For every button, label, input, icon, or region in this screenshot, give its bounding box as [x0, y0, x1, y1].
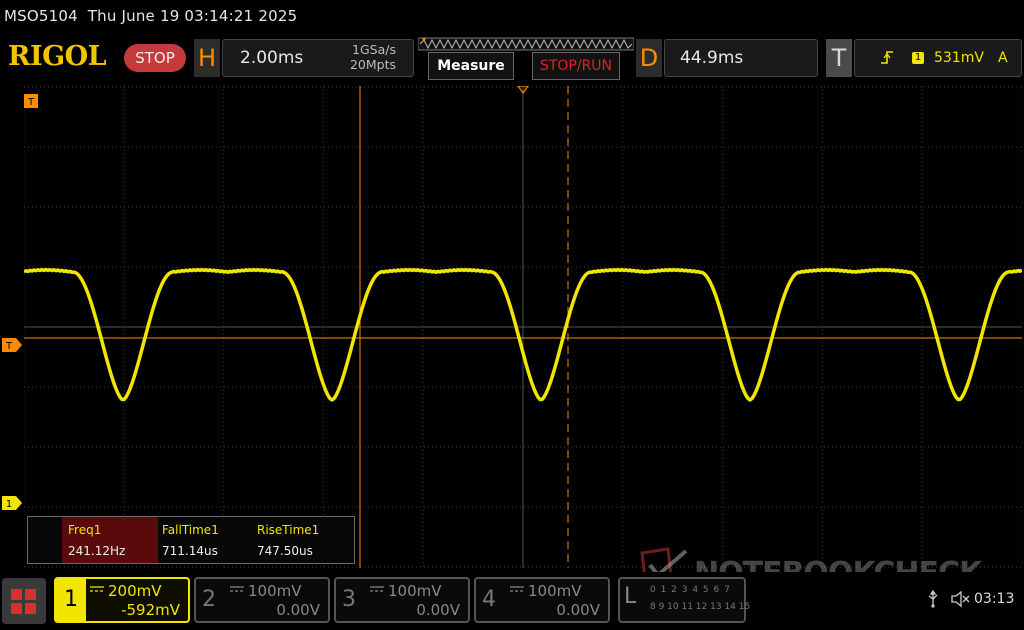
channel-offset: 0.00V: [416, 601, 460, 619]
rigol-logo: RIGOL: [8, 41, 107, 72]
measurement-value: 711.14us: [162, 544, 218, 558]
measurement-name: FallTime1: [162, 523, 219, 537]
channel-scale: 200mV: [108, 582, 162, 600]
channel-number: 1: [56, 579, 86, 621]
acquisition-info: 1GSa/s 20Mpts: [338, 42, 396, 72]
channel-scale: 100mV: [248, 582, 302, 600]
channel-2-panel[interactable]: 2 100mV 0.00V: [194, 577, 330, 623]
stop-run-button[interactable]: STOP/RUN: [532, 52, 620, 80]
measurement-name: RiseTime1: [257, 523, 320, 537]
measurement-risetime[interactable]: RiseTime1 747.50us: [251, 517, 347, 563]
usb-icon: [928, 590, 938, 608]
window-title: MSO5104 Thu June 19 03:14:21 2025: [4, 7, 298, 25]
channel-offset: 0.00V: [556, 601, 600, 619]
measurement-value: 241.12Hz: [68, 544, 126, 558]
channel-number: 3: [342, 587, 356, 612]
horizontal-label[interactable]: H: [194, 39, 220, 77]
trigger-mode: A: [998, 50, 1008, 66]
channel-4-panel[interactable]: 4 100mV 0.00V: [474, 577, 610, 623]
dc-coupling-icon: [230, 586, 244, 592]
trigger-source-badge: 1: [912, 52, 924, 64]
measurement-freq[interactable]: Freq1 241.12Hz: [62, 517, 158, 563]
memory-timeline[interactable]: [418, 37, 634, 51]
channel-number: 2: [202, 587, 216, 612]
trigger-flag-letter: T: [27, 97, 35, 108]
trigger-level-letter: T: [5, 341, 13, 352]
trigger-level-marker[interactable]: T: [2, 338, 22, 352]
rising-edge-icon: [881, 51, 893, 64]
logic-analyzer-label: L: [624, 584, 637, 609]
graticule: [24, 86, 1022, 568]
menu-grid-icon[interactable]: [2, 578, 46, 624]
measurement-name: Freq1: [68, 523, 102, 537]
dc-coupling-icon: [510, 586, 524, 592]
measurement-panel[interactable]: Freq1 241.12Hz FallTime1 711.14us RiseTi…: [27, 516, 355, 564]
channel-offset: -592mV: [121, 601, 180, 619]
channel1-ground-marker[interactable]: 1: [2, 496, 22, 510]
sample-rate: 1GSa/s: [352, 42, 396, 57]
trigger-position-flag: T: [24, 94, 38, 108]
trigger-level: 531mV: [934, 50, 984, 66]
logic-analyzer-panel[interactable]: [618, 577, 746, 623]
timebase-value: 2.00ms: [240, 48, 304, 68]
delay-label[interactable]: D: [636, 39, 662, 77]
channel-1-panel[interactable]: 1 200mV -592mV: [54, 577, 190, 623]
measurement-value: 747.50us: [257, 544, 313, 558]
delay-value: 44.9ms: [680, 48, 744, 68]
channel-3-panel[interactable]: 3 100mV 0.00V: [334, 577, 470, 623]
speaker-muted-icon[interactable]: [950, 590, 970, 608]
run-state-badge[interactable]: STOP: [124, 44, 186, 72]
channel-scale: 100mV: [528, 582, 582, 600]
channel1-ground-label: 1: [6, 499, 12, 510]
digital-channels-low: 0 1 2 3 4 5 6 7: [650, 585, 731, 595]
digital-channels-high: 8 9 10 11 12 13 14 15: [650, 602, 751, 612]
trigger-label[interactable]: T: [826, 39, 852, 77]
system-clock: 03:13: [974, 591, 1015, 607]
dc-coupling-icon: [90, 586, 104, 592]
measurement-falltime[interactable]: FallTime1 711.14us: [156, 517, 252, 563]
channel-scale: 100mV: [388, 582, 442, 600]
channel-offset: 0.00V: [276, 601, 320, 619]
memory-depth: 20Mpts: [349, 57, 396, 72]
waveform-display[interactable]: [24, 86, 1022, 568]
dc-coupling-icon: [370, 586, 384, 592]
channel-number: 4: [482, 587, 496, 612]
measure-button[interactable]: Measure: [428, 52, 514, 80]
